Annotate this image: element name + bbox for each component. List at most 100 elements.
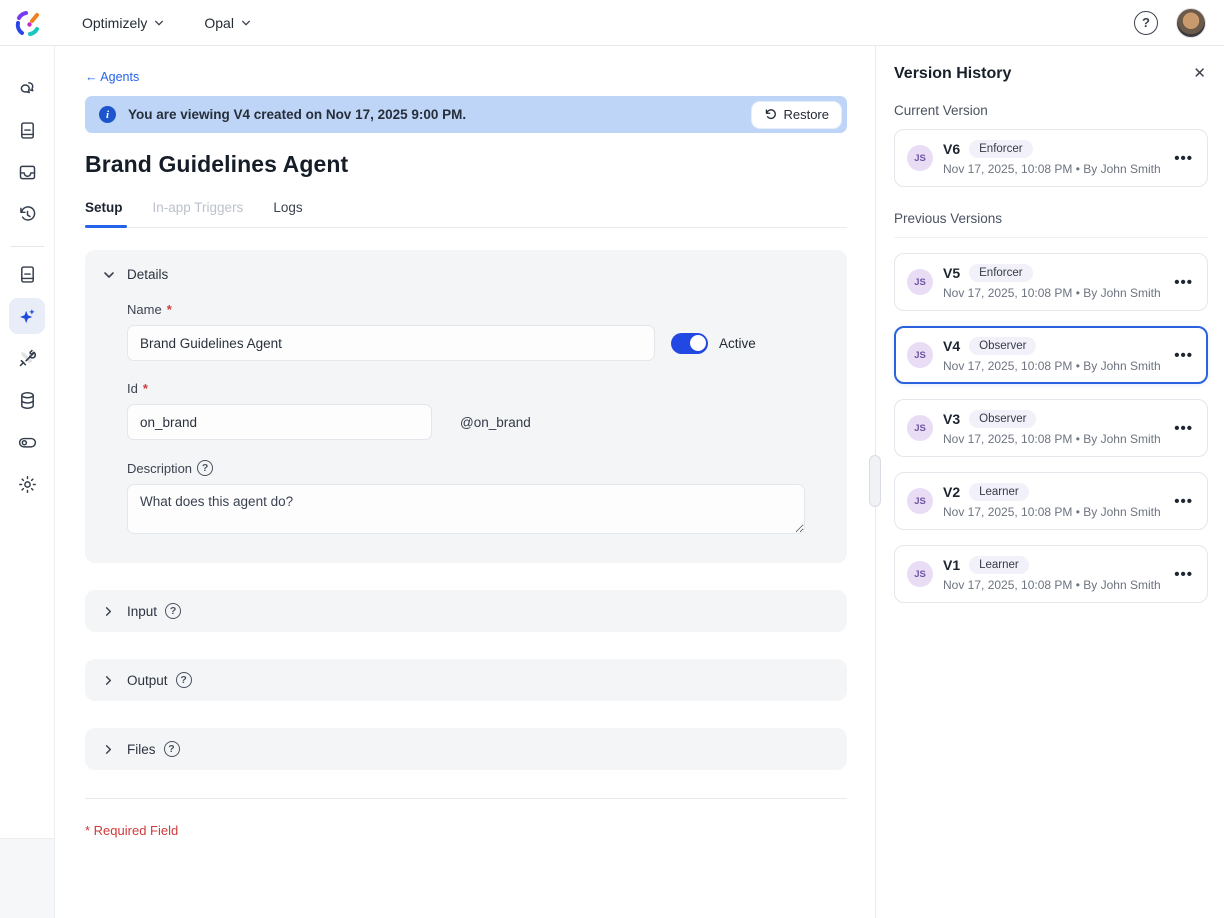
version-number: V1 bbox=[943, 557, 960, 573]
notebook-icon bbox=[17, 264, 38, 285]
chevron-right-icon bbox=[103, 606, 114, 617]
version-meta: Nov 17, 2025, 10:08 PM • By John Smith bbox=[943, 505, 1162, 519]
sidebar-item-agents[interactable] bbox=[9, 298, 45, 334]
toggle-icon bbox=[17, 432, 38, 453]
tab-logs[interactable]: Logs bbox=[273, 200, 302, 227]
output-section[interactable]: Output ? bbox=[85, 659, 847, 701]
files-section-label: Files ? bbox=[127, 741, 180, 757]
sidebar-footer bbox=[0, 838, 54, 918]
history-clock-icon bbox=[17, 204, 38, 225]
name-input[interactable] bbox=[127, 325, 655, 361]
required-asterisk: * bbox=[167, 302, 172, 317]
version-history-panel: Version History ✕ Current Version JS V6 … bbox=[875, 46, 1224, 918]
version-card-v2[interactable]: JS V2 Learner Nov 17, 2025, 10:08 PM • B… bbox=[894, 472, 1208, 530]
panel-resize-handle[interactable] bbox=[869, 455, 881, 507]
sidebar-item-inbox[interactable] bbox=[9, 154, 45, 190]
more-options-icon[interactable]: ••• bbox=[1172, 420, 1195, 437]
version-meta: Nov 17, 2025, 10:08 PM • By John Smith bbox=[943, 162, 1162, 176]
sidebar-item-library[interactable] bbox=[9, 112, 45, 148]
user-avatar[interactable] bbox=[1176, 8, 1206, 38]
version-badge: Observer bbox=[969, 337, 1036, 355]
sidebar-item-feature-toggles[interactable] bbox=[9, 424, 45, 460]
version-meta: Nov 17, 2025, 10:08 PM • By John Smith bbox=[943, 578, 1162, 592]
left-sidebar bbox=[0, 46, 55, 918]
version-card-v6[interactable]: JS V6 Enforcer Nov 17, 2025, 10:08 PM • … bbox=[894, 129, 1208, 187]
sidebar-item-database[interactable] bbox=[9, 382, 45, 418]
chevron-down-icon bbox=[241, 18, 251, 28]
avatar: JS bbox=[907, 342, 933, 368]
version-viewing-banner: i You are viewing V4 created on Nov 17, … bbox=[85, 96, 847, 133]
tab-setup[interactable]: Setup bbox=[85, 200, 123, 227]
more-options-icon[interactable]: ••• bbox=[1172, 493, 1195, 510]
avatar: JS bbox=[907, 488, 933, 514]
sidebar-item-chat[interactable] bbox=[9, 70, 45, 106]
info-icon: i bbox=[99, 106, 116, 123]
help-icon[interactable]: ? bbox=[197, 460, 213, 476]
version-badge: Learner bbox=[969, 483, 1029, 501]
sidebar-item-settings[interactable] bbox=[9, 466, 45, 502]
back-to-agents-link[interactable]: ← Agents bbox=[85, 70, 139, 84]
previous-versions-label: Previous Versions bbox=[894, 211, 1208, 238]
description-textarea[interactable] bbox=[127, 484, 805, 534]
version-number: V2 bbox=[943, 484, 960, 500]
more-options-icon[interactable]: ••• bbox=[1172, 566, 1195, 583]
banner-message: You are viewing V4 created on Nov 17, 20… bbox=[128, 107, 752, 122]
product-menu-label: Opal bbox=[204, 15, 234, 31]
active-toggle[interactable] bbox=[671, 333, 708, 354]
version-card-v3[interactable]: JS V3 Observer Nov 17, 2025, 10:08 PM • … bbox=[894, 399, 1208, 457]
id-handle-preview: @on_brand bbox=[460, 415, 531, 430]
avatar: JS bbox=[907, 415, 933, 441]
input-section-label: Input ? bbox=[127, 603, 181, 619]
page-title: Brand Guidelines Agent bbox=[85, 151, 847, 178]
chat-bubbles-icon bbox=[17, 78, 38, 99]
product-menu[interactable]: Opal bbox=[204, 15, 251, 31]
version-number: V5 bbox=[943, 265, 960, 281]
more-options-icon[interactable]: ••• bbox=[1172, 150, 1195, 167]
version-meta: Nov 17, 2025, 10:08 PM • By John Smith bbox=[943, 359, 1162, 373]
sidebar-item-tools[interactable] bbox=[9, 340, 45, 376]
notebook-icon bbox=[17, 120, 38, 141]
optimizely-logo-icon[interactable] bbox=[12, 7, 44, 39]
sidebar-item-docs[interactable] bbox=[9, 256, 45, 292]
database-icon bbox=[17, 390, 38, 411]
chevron-down-icon bbox=[103, 269, 115, 281]
version-number: V4 bbox=[943, 338, 960, 354]
tab-in-app-triggers[interactable]: In-app Triggers bbox=[153, 200, 244, 227]
required-field-note: * Required Field bbox=[85, 823, 847, 838]
top-bar: Optimizely Opal ? bbox=[0, 0, 1224, 46]
avatar: JS bbox=[907, 269, 933, 295]
version-card-v4-selected[interactable]: JS V4 Observer Nov 17, 2025, 10:08 PM • … bbox=[894, 326, 1208, 384]
help-icon[interactable]: ? bbox=[165, 603, 181, 619]
details-section-header[interactable]: Details bbox=[103, 267, 829, 282]
active-toggle-label: Active bbox=[719, 336, 756, 351]
id-field-label: Id * bbox=[127, 381, 829, 396]
version-badge: Enforcer bbox=[969, 264, 1032, 282]
undo-icon bbox=[764, 108, 777, 121]
more-options-icon[interactable]: ••• bbox=[1172, 347, 1195, 364]
org-menu-label: Optimizely bbox=[82, 15, 147, 31]
version-card-v5[interactable]: JS V5 Enforcer Nov 17, 2025, 10:08 PM • … bbox=[894, 253, 1208, 311]
output-section-label: Output ? bbox=[127, 672, 192, 688]
org-menu[interactable]: Optimizely bbox=[82, 15, 164, 31]
files-section[interactable]: Files ? bbox=[85, 728, 847, 770]
main-content: ← Agents i You are viewing V4 created on… bbox=[55, 46, 875, 918]
version-badge: Enforcer bbox=[969, 140, 1032, 158]
version-history-title: Version History bbox=[894, 65, 1011, 83]
restore-button[interactable]: Restore bbox=[752, 102, 841, 128]
sidebar-item-history[interactable] bbox=[9, 196, 45, 232]
footer-divider bbox=[85, 798, 847, 799]
close-icon[interactable]: ✕ bbox=[1191, 64, 1208, 83]
help-icon[interactable]: ? bbox=[164, 741, 180, 757]
description-field-label: Description ? bbox=[127, 460, 829, 476]
input-section[interactable]: Input ? bbox=[85, 590, 847, 632]
inbox-icon bbox=[17, 162, 38, 183]
version-number: V6 bbox=[943, 141, 960, 157]
more-options-icon[interactable]: ••• bbox=[1172, 274, 1195, 291]
tools-icon bbox=[17, 348, 38, 369]
help-icon[interactable]: ? bbox=[176, 672, 192, 688]
current-version-label: Current Version bbox=[894, 103, 1208, 118]
chevron-right-icon bbox=[103, 744, 114, 755]
help-icon[interactable]: ? bbox=[1134, 11, 1158, 35]
id-input[interactable] bbox=[127, 404, 432, 440]
version-card-v1[interactable]: JS V1 Learner Nov 17, 2025, 10:08 PM • B… bbox=[894, 545, 1208, 603]
